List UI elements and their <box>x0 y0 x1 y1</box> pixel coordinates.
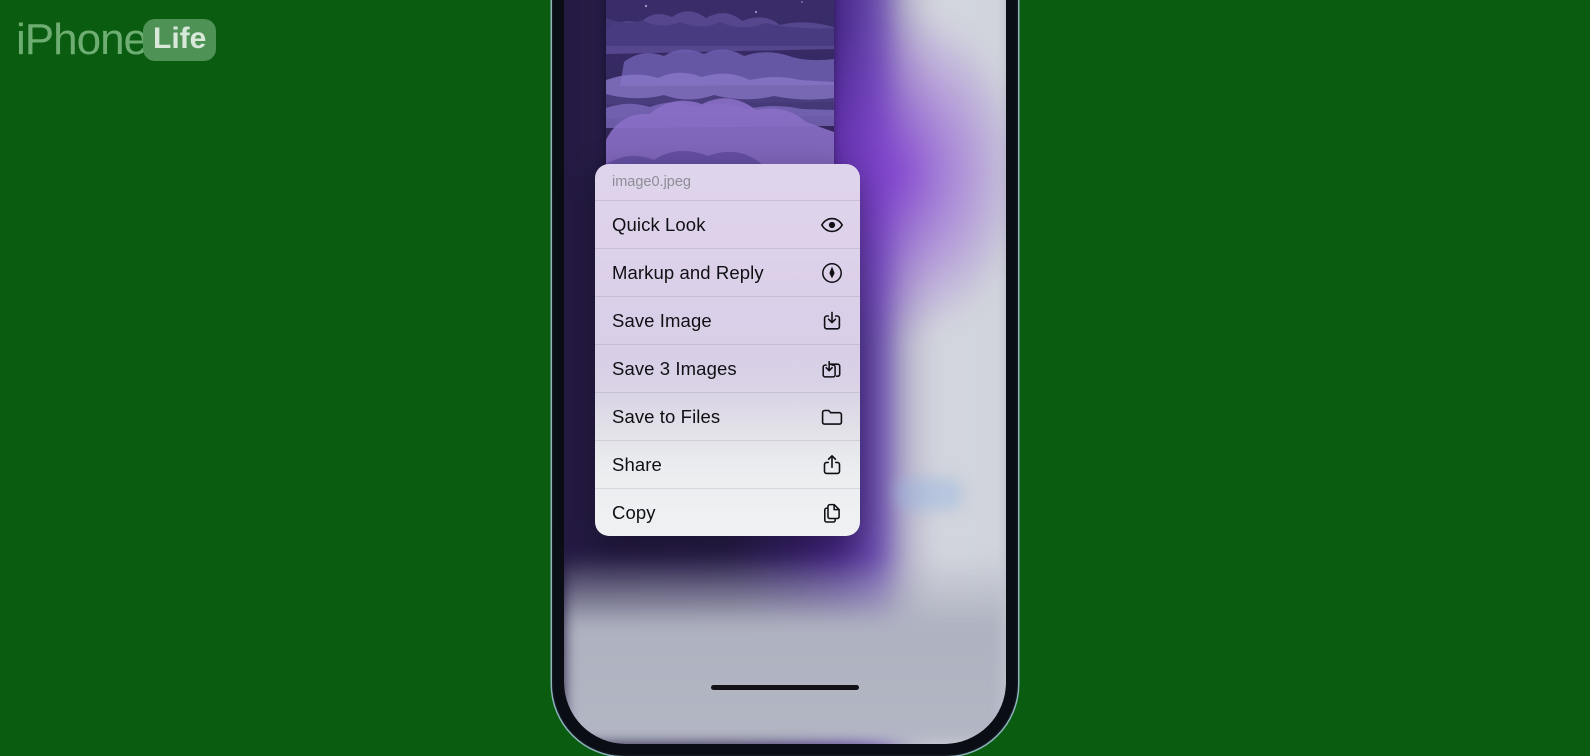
logo-badge: Life <box>143 19 217 61</box>
menu-item-label: Share <box>612 453 662 475</box>
menu-item-label: Quick Look <box>612 213 706 235</box>
markup-pen-icon <box>820 261 844 285</box>
share-icon <box>820 453 844 477</box>
menu-item-label: Copy <box>612 501 656 523</box>
eye-icon <box>820 213 844 237</box>
iphonelife-logo: iPhone Life <box>16 15 217 64</box>
attachment-context-menu: image0.jpeg Quick Look Markup and Reply … <box>595 164 860 536</box>
blurred-message-bubble <box>894 477 964 511</box>
menu-item-markup-and-reply[interactable]: Markup and Reply <box>595 249 860 297</box>
menu-item-share[interactable]: Share <box>595 441 860 489</box>
menu-item-quick-look[interactable]: Quick Look <box>595 201 860 249</box>
logo-text-life: Life <box>153 22 207 55</box>
menu-item-label: Save to Files <box>612 405 721 427</box>
menu-item-label: Markup and Reply <box>612 261 764 283</box>
home-indicator <box>711 685 859 690</box>
context-menu-filename: image0.jpeg <box>595 164 860 201</box>
menu-item-label: Save Image <box>612 309 712 331</box>
save-download-icon <box>820 309 844 333</box>
copy-icon <box>820 501 844 525</box>
menu-item-copy[interactable]: Copy <box>595 489 860 536</box>
menu-item-save-to-files[interactable]: Save to Files <box>595 393 860 441</box>
menu-item-save-3-images[interactable]: Save 3 Images <box>595 345 860 393</box>
filename-text: image0.jpeg <box>612 174 691 190</box>
logo-text-iphone: iPhone <box>16 15 148 64</box>
blurred-keyboard-area <box>564 554 1006 744</box>
menu-item-save-image[interactable]: Save Image <box>595 297 860 345</box>
menu-item-label: Save 3 Images <box>612 357 737 379</box>
save-multiple-icon <box>820 357 844 381</box>
folder-icon <box>820 405 844 429</box>
